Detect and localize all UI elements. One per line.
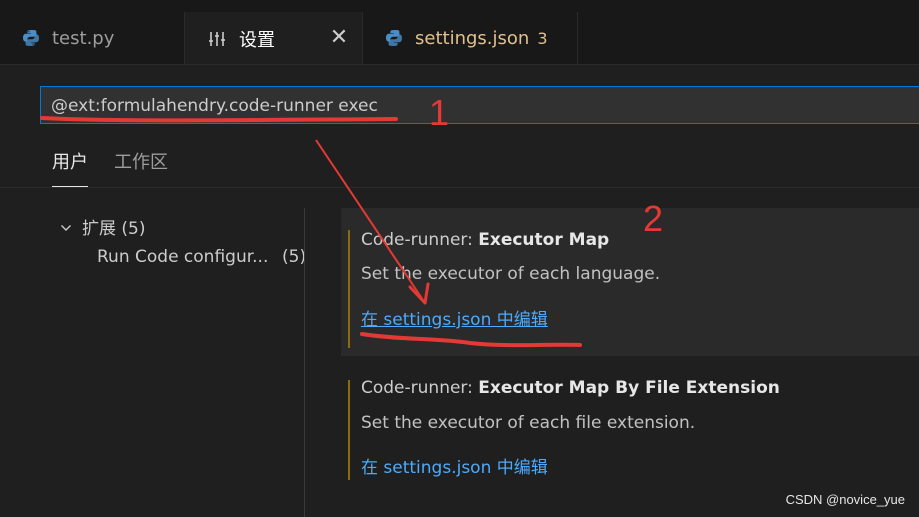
setting-name: Executor Map By File Extension: [478, 378, 780, 398]
problem-count-badge: 3: [537, 28, 548, 48]
chevron-down-icon: [61, 225, 71, 231]
close-icon[interactable]: ✕: [328, 27, 350, 49]
watermark: CSDN @novice_yue: [785, 492, 905, 507]
annotation-number-2: 2: [643, 198, 664, 239]
python-icon: [23, 30, 39, 46]
tree-item-count: (5): [121, 219, 146, 239]
tab-workspace[interactable]: 工作区: [114, 142, 168, 186]
modified-indicator: [348, 380, 350, 480]
setting-category: Code-runner:: [361, 230, 479, 250]
tree-item-run-code[interactable]: Run Code configur... (5): [97, 247, 306, 267]
tab-settings-json[interactable]: settings.json 3: [363, 12, 578, 64]
edit-in-settings-json-link[interactable]: 在 settings.json 中编辑: [361, 453, 548, 478]
tree-item-label: 扩展: [82, 219, 116, 239]
settings-toc-tree: 扩展 (5) Run Code configur... (5): [0, 188, 306, 517]
setting-description: Set the executor of each file extension.: [361, 413, 696, 433]
tab-settings[interactable]: 设置 ✕: [185, 12, 363, 64]
modified-indicator: [348, 230, 350, 348]
setting-category: Code-runner:: [361, 378, 479, 398]
editor-tab-bar: test.py 设置 ✕ settings.json 3: [0, 0, 919, 65]
tree-divider: [304, 208, 305, 517]
setting-title: Code-runner: Executor Map By File Extens…: [361, 378, 780, 398]
tab-user[interactable]: 用户: [52, 142, 88, 188]
setting-title: Code-runner: Executor Map: [361, 230, 609, 250]
tab-label: test.py: [52, 27, 115, 49]
tree-item-extensions[interactable]: 扩展 (5): [60, 214, 146, 239]
setting-description: Set the executor of each language.: [361, 264, 661, 284]
search-input[interactable]: [51, 93, 871, 119]
edit-in-settings-json-link[interactable]: 在 settings.json 中编辑: [361, 305, 548, 330]
annotation-number-1: 1: [429, 92, 450, 133]
python-icon: [386, 30, 402, 46]
tree-item-count: (5): [282, 247, 307, 267]
setting-name: Executor Map: [478, 230, 610, 250]
tab-test-py[interactable]: test.py: [0, 12, 185, 64]
tab-label: 设置: [239, 29, 275, 51]
tab-label: settings.json: [415, 27, 530, 49]
tree-item-label: Run Code configur...: [97, 247, 269, 267]
setting-item-executor-map[interactable]: Code-runner: Executor Map Set the execut…: [341, 208, 919, 356]
setting-item-executor-map-by-file-extension[interactable]: Code-runner: Executor Map By File Extens…: [341, 372, 919, 482]
settings-search-box[interactable]: [40, 86, 919, 124]
settings-sliders-icon: [209, 31, 225, 46]
